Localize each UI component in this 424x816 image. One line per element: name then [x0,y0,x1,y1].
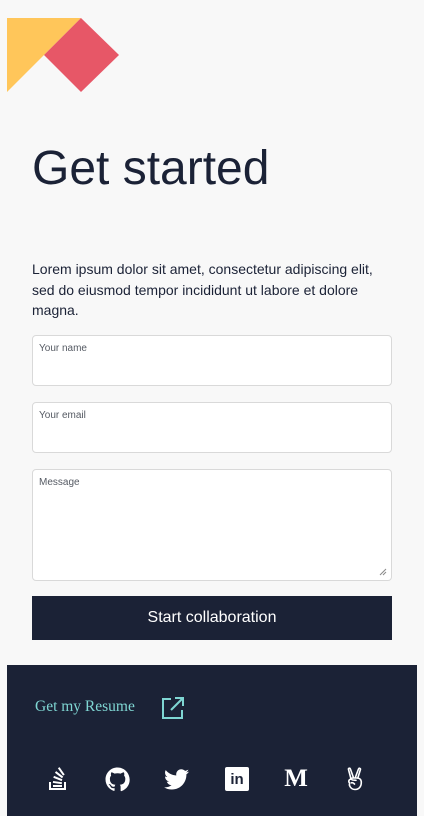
github-icon[interactable] [104,766,130,792]
start-collaboration-button[interactable]: Start collaboration [32,596,392,640]
twitter-icon[interactable] [163,766,189,792]
message-field-label: Message [39,477,80,488]
resume-link[interactable]: Get my Resume [35,698,135,716]
email-field[interactable]: Your email [32,402,392,453]
external-link-icon[interactable] [160,695,186,721]
message-field[interactable]: Message [32,469,392,581]
medium-glyph: M [284,765,308,792]
name-field[interactable]: Your name [32,335,392,386]
name-field-label: Your name [39,343,87,354]
linkedin-glyph: in [225,767,249,791]
brand-logo [7,18,119,92]
linkedin-icon[interactable]: in [224,766,250,792]
intro-text: Lorem ipsum dolor sit amet, consectetur … [32,261,373,318]
resize-grip-icon[interactable] [379,568,387,576]
page-title: Get started [32,142,270,195]
medium-icon[interactable]: M [283,766,309,792]
footer: Get my Resume in M [7,665,417,816]
stackoverflow-icon[interactable] [45,766,71,792]
angellist-icon[interactable] [342,766,368,792]
email-field-label: Your email [39,410,86,421]
